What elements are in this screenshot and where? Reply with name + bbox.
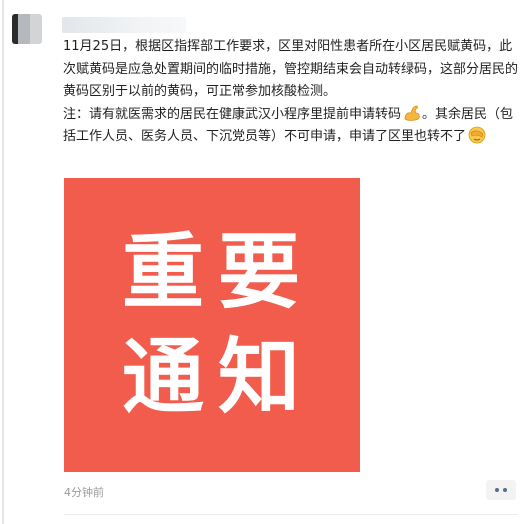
more-dots-icon: [503, 488, 507, 492]
avatar[interactable]: [12, 14, 42, 44]
post-paragraph-1: 11月25日，根据区指挥部工作要求，区里对阳性患者所在小区居民赋黄码，此次赋黄码…: [63, 39, 519, 99]
left-frame-border: [2, 0, 4, 524]
strong-arm-emoji-icon: [402, 104, 422, 122]
blurred-username[interactable]: [62, 17, 186, 33]
notice-char-4: 知: [217, 330, 300, 425]
more-dots-icon: [495, 488, 499, 492]
post-note-part-1: 注：请有就医需求的居民在健康武汉小程序里提前申请转码: [63, 106, 402, 122]
notice-char-1: 重: [121, 225, 204, 320]
facepalm-emoji-icon: [467, 126, 487, 144]
post-content: 11月25日，根据区指挥部工作要求，区里对阳性患者所在小区居民赋黄码，此次赋黄码…: [63, 36, 519, 149]
notice-image[interactable]: 重 要 通 知: [64, 178, 360, 472]
divider: [64, 514, 518, 515]
post-timestamp: 4分钟前: [64, 486, 104, 499]
notice-char-3: 通: [121, 330, 204, 425]
more-options-button[interactable]: [486, 480, 516, 500]
notice-char-2: 要: [217, 225, 300, 320]
